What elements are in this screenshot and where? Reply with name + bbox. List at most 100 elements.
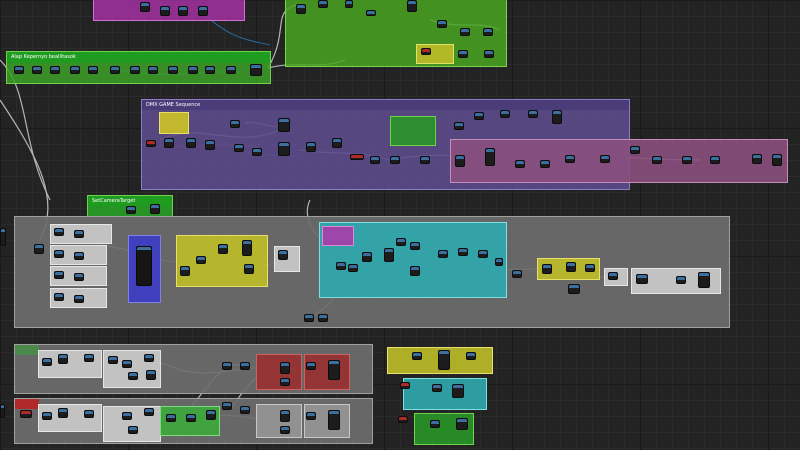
blueprint-node[interactable] <box>430 420 440 428</box>
comment-grey-sub-2[interactable] <box>304 404 350 438</box>
blueprint-node[interactable] <box>0 228 6 246</box>
blueprint-node[interactable] <box>74 295 84 303</box>
blueprint-node[interactable] <box>306 142 316 152</box>
comment-magenta-sm[interactable] <box>322 226 354 246</box>
blueprint-node[interactable] <box>552 110 562 124</box>
blueprint-node[interactable] <box>240 406 250 414</box>
blueprint-node[interactable] <box>20 410 32 418</box>
blueprint-node[interactable] <box>456 418 468 430</box>
blueprint-node[interactable] <box>122 360 132 368</box>
blueprint-node[interactable] <box>14 66 24 74</box>
blueprint-node[interactable] <box>146 140 156 147</box>
blueprint-node[interactable] <box>296 4 306 14</box>
blueprint-node[interactable] <box>318 0 328 8</box>
blueprint-node[interactable] <box>420 156 430 164</box>
blueprint-node[interactable] <box>652 156 662 164</box>
blueprint-node[interactable] <box>34 244 44 254</box>
blueprint-node[interactable] <box>698 272 710 288</box>
blueprint-node[interactable] <box>585 264 595 272</box>
blueprint-node[interactable] <box>362 252 372 262</box>
comment-green-sm[interactable] <box>390 116 436 146</box>
blueprint-node[interactable] <box>278 142 290 156</box>
blueprint-node[interactable] <box>188 66 198 74</box>
comment-grey-sub-1[interactable] <box>256 404 302 438</box>
blueprint-node[interactable] <box>565 155 575 163</box>
blueprint-node[interactable] <box>421 48 431 55</box>
blueprint-node[interactable] <box>32 66 42 74</box>
blueprint-node[interactable] <box>148 66 158 74</box>
blueprint-node[interactable] <box>122 412 132 420</box>
comment-pink[interactable] <box>450 139 788 183</box>
blueprint-node[interactable] <box>366 10 376 16</box>
blueprint-node[interactable] <box>348 264 358 272</box>
blueprint-node[interactable] <box>54 250 64 258</box>
blueprint-node[interactable] <box>74 230 84 238</box>
comment-green-top[interactable] <box>285 0 507 67</box>
blueprint-node[interactable] <box>230 120 240 128</box>
blueprint-node[interactable] <box>485 148 495 166</box>
blueprint-node[interactable] <box>74 252 84 260</box>
blueprint-node[interactable] <box>186 414 196 422</box>
blueprint-node[interactable] <box>128 372 138 380</box>
blueprint-node[interactable] <box>280 378 290 386</box>
blueprint-node[interactable] <box>772 154 782 166</box>
blueprint-node[interactable] <box>466 352 476 360</box>
blueprint-node[interactable] <box>396 238 406 246</box>
blueprint-node[interactable] <box>636 274 648 284</box>
blueprint-node[interactable] <box>318 314 328 322</box>
blueprint-node[interactable] <box>178 6 188 16</box>
blueprint-node[interactable] <box>128 426 138 434</box>
blueprint-node[interactable] <box>126 206 136 214</box>
blueprint-node[interactable] <box>515 160 525 168</box>
blueprint-node[interactable] <box>42 412 52 420</box>
blueprint-node[interactable] <box>108 356 118 364</box>
blueprint-node[interactable] <box>58 354 68 364</box>
blueprint-node[interactable] <box>752 154 762 164</box>
blueprint-node[interactable] <box>566 262 576 272</box>
blueprint-node[interactable] <box>280 410 290 422</box>
blueprint-node[interactable] <box>600 155 610 163</box>
blueprint-node[interactable] <box>84 354 94 362</box>
blueprint-node[interactable] <box>226 66 236 74</box>
blueprint-node[interactable] <box>438 350 450 370</box>
blueprint-node[interactable] <box>432 384 442 392</box>
blueprint-node[interactable] <box>240 362 250 370</box>
blueprint-node[interactable] <box>495 258 503 266</box>
blueprint-node[interactable] <box>370 156 380 164</box>
blueprint-node[interactable] <box>542 264 552 274</box>
blueprint-node[interactable] <box>528 110 538 118</box>
blueprint-node[interactable] <box>110 66 120 74</box>
comment-red-1[interactable] <box>256 354 302 390</box>
blueprint-node[interactable] <box>160 6 170 16</box>
blueprint-node[interactable] <box>84 410 94 418</box>
blueprint-node[interactable] <box>166 414 176 422</box>
blueprint-node[interactable] <box>710 156 720 164</box>
blueprint-node[interactable] <box>50 66 60 74</box>
blueprint-node[interactable] <box>222 362 232 370</box>
blueprint-node[interactable] <box>218 244 228 254</box>
blueprint-node[interactable] <box>400 382 410 389</box>
blueprint-node[interactable] <box>88 66 98 74</box>
blueprint-node[interactable] <box>398 416 408 423</box>
blueprint-node[interactable] <box>136 246 152 286</box>
blueprint-node[interactable] <box>205 66 215 74</box>
blueprint-node[interactable] <box>54 293 64 301</box>
blueprint-node[interactable] <box>196 256 206 264</box>
blueprint-node[interactable] <box>438 250 448 258</box>
blueprint-node[interactable] <box>410 266 420 276</box>
comment-red-2[interactable] <box>304 354 350 390</box>
blueprint-node[interactable] <box>130 66 140 74</box>
blueprint-node[interactable] <box>140 2 150 12</box>
blueprint-node[interactable] <box>250 64 262 76</box>
blueprint-node[interactable] <box>483 28 493 36</box>
blueprint-node[interactable] <box>54 271 64 279</box>
blueprint-node[interactable] <box>452 384 464 398</box>
blueprint-node[interactable] <box>242 240 252 256</box>
blueprint-node[interactable] <box>180 266 190 276</box>
blueprint-node[interactable] <box>70 66 80 74</box>
blueprint-node[interactable] <box>144 354 154 362</box>
blueprint-node[interactable] <box>484 50 494 58</box>
blueprint-node[interactable] <box>458 50 468 58</box>
blueprint-node[interactable] <box>328 410 340 430</box>
blueprint-node[interactable] <box>150 204 160 214</box>
